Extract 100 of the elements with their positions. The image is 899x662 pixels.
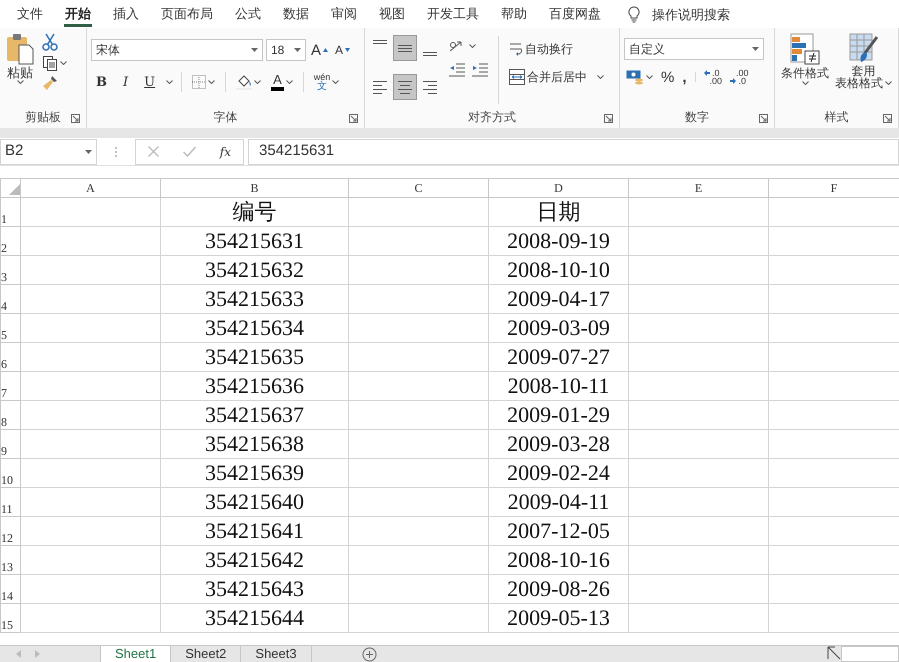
align-middle-button[interactable] bbox=[394, 36, 416, 60]
merge-center-button[interactable]: 合并后居中 bbox=[507, 68, 606, 86]
dialog-launcher-icon[interactable] bbox=[349, 114, 358, 123]
menu-tab[interactable]: 开始 bbox=[54, 0, 102, 28]
wrap-text-button[interactable]: 自动换行 bbox=[507, 40, 606, 58]
add-sheet-icon[interactable] bbox=[362, 647, 377, 662]
table-cell: 编号 bbox=[160, 198, 348, 226]
copy-button[interactable] bbox=[40, 54, 69, 72]
dialog-launcher-icon[interactable] bbox=[759, 114, 768, 123]
table-cell: 2008-09-19 bbox=[488, 226, 628, 256]
group-title: 字体 bbox=[214, 109, 238, 126]
increase-indent-button[interactable] bbox=[470, 62, 490, 78]
row-header[interactable]: 9 bbox=[0, 430, 20, 458]
close-icon bbox=[148, 146, 159, 157]
horizontal-scrollbar[interactable] bbox=[841, 646, 899, 662]
currency-format-button[interactable] bbox=[624, 68, 655, 86]
decrease-font-button[interactable]: A bbox=[333, 43, 352, 57]
tell-me-search[interactable]: 操作说明搜索 bbox=[626, 4, 732, 24]
conditional-format-button[interactable]: 条件格式 bbox=[779, 32, 831, 108]
table-cell: 354215632 bbox=[160, 256, 348, 284]
font-style-button[interactable]: I bbox=[118, 74, 134, 90]
font-style-button[interactable]: B bbox=[91, 74, 112, 90]
table-brush-icon bbox=[848, 33, 878, 65]
menu-tab[interactable]: 插入 bbox=[102, 0, 150, 28]
split-handle-icon[interactable] bbox=[827, 646, 841, 660]
table-cell: 日期 bbox=[488, 198, 628, 226]
percent-style-button[interactable]: % bbox=[659, 68, 676, 86]
font-color-button[interactable]: A bbox=[269, 72, 295, 92]
row-header[interactable]: 4 bbox=[0, 284, 20, 314]
name-box-field[interactable]: B2 bbox=[0, 138, 97, 164]
column-header[interactable]: A bbox=[20, 178, 160, 198]
menu-tab[interactable]: 公式 bbox=[224, 0, 272, 28]
menu-tab[interactable]: 审阅 bbox=[320, 0, 368, 28]
table-cell: 2008-10-11 bbox=[488, 372, 628, 400]
row-header[interactable]: 11 bbox=[0, 488, 20, 516]
align-lines-icon bbox=[373, 40, 387, 44]
table-cell: 354215642 bbox=[160, 546, 348, 574]
increase-decimal-button[interactable]: .0 .00 bbox=[702, 68, 724, 86]
caret-icon bbox=[16, 80, 24, 84]
insert-function-button[interactable]: fx bbox=[218, 144, 234, 158]
menu-tab[interactable]: 数据 bbox=[272, 0, 320, 28]
menu-tab[interactable]: 视图 bbox=[368, 0, 416, 28]
row-header[interactable]: 7 bbox=[0, 372, 20, 400]
table-cell: 2009-04-17 bbox=[488, 284, 628, 314]
align-center-button[interactable] bbox=[394, 75, 416, 99]
dialog-launcher-icon[interactable] bbox=[604, 114, 613, 123]
increase-font-button[interactable]: A bbox=[309, 42, 330, 58]
caret-icon bbox=[254, 80, 262, 84]
formula-input-field[interactable]: 354215631 bbox=[248, 138, 899, 164]
group-title: 样式 bbox=[824, 109, 848, 126]
menu-tab[interactable]: 页面布局 bbox=[150, 0, 224, 28]
font-size-field[interactable]: 18 bbox=[266, 39, 306, 61]
table-cell: 354215634 bbox=[160, 314, 348, 342]
borders-button[interactable] bbox=[190, 74, 218, 90]
row-header[interactable]: 10 bbox=[0, 458, 20, 488]
row-header[interactable]: 6 bbox=[0, 342, 20, 372]
dialog-launcher-icon[interactable] bbox=[71, 114, 80, 123]
table-cell: 354215644 bbox=[160, 604, 348, 632]
dropdown-arrow-icon bbox=[85, 150, 92, 154]
comma-style-button[interactable]: , bbox=[680, 68, 689, 86]
row-header[interactable]: 5 bbox=[0, 314, 20, 342]
fill-color-button[interactable] bbox=[234, 73, 264, 91]
row-header[interactable]: 15 bbox=[0, 604, 20, 632]
format-as-table-button[interactable]: 套用 表格格式 bbox=[833, 32, 894, 108]
phonetic-guide-button[interactable]: wén 文 bbox=[312, 72, 342, 92]
lightbulb-icon bbox=[628, 6, 640, 22]
menu-tab[interactable]: 百度网盘 bbox=[538, 0, 612, 28]
column-header[interactable]: E bbox=[628, 178, 768, 198]
table-cell: 354215641 bbox=[160, 516, 348, 546]
row-header[interactable]: 1 bbox=[0, 198, 20, 226]
sheet-tab[interactable]: Sheet1 bbox=[101, 646, 172, 662]
decrease-indent-button[interactable] bbox=[447, 62, 467, 78]
sheet-tab[interactable]: Sheet2 bbox=[171, 646, 242, 662]
column-header[interactable]: C bbox=[348, 178, 488, 198]
menu-tab[interactable]: 开发工具 bbox=[416, 0, 490, 28]
row-header[interactable]: 14 bbox=[0, 574, 20, 604]
table-cell: 2009-07-27 bbox=[488, 342, 628, 372]
checkmark-icon bbox=[182, 146, 196, 157]
column-header[interactable]: D bbox=[488, 178, 628, 198]
number-format-field[interactable]: 自定义 bbox=[624, 38, 764, 60]
table-cell: 354215631 bbox=[160, 226, 348, 256]
row-header[interactable]: 13 bbox=[0, 546, 20, 574]
decrease-decimal-button[interactable]: .00 .0 bbox=[728, 68, 751, 86]
sheet-tab[interactable]: Sheet3 bbox=[241, 646, 312, 662]
font-style-button[interactable]: U bbox=[139, 74, 160, 90]
row-header[interactable]: 3 bbox=[0, 256, 20, 284]
menu-tab[interactable]: 文件 bbox=[6, 0, 54, 28]
row-header[interactable]: 12 bbox=[0, 516, 20, 546]
column-header[interactable]: B bbox=[160, 178, 348, 198]
caret-icon bbox=[286, 80, 293, 84]
font-name-field[interactable]: 宋体 bbox=[91, 39, 263, 61]
table-cell: 2009-04-11 bbox=[488, 488, 628, 516]
column-header[interactable]: F bbox=[768, 178, 899, 198]
row-header[interactable]: 8 bbox=[0, 400, 20, 430]
paste-button[interactable]: 粘贴 bbox=[4, 32, 36, 108]
menu-tab[interactable]: 帮助 bbox=[490, 0, 538, 28]
row-header[interactable]: 2 bbox=[0, 226, 20, 256]
caret-icon bbox=[208, 80, 216, 84]
dialog-launcher-icon[interactable] bbox=[883, 114, 892, 123]
table-cell: 354215633 bbox=[160, 284, 348, 314]
